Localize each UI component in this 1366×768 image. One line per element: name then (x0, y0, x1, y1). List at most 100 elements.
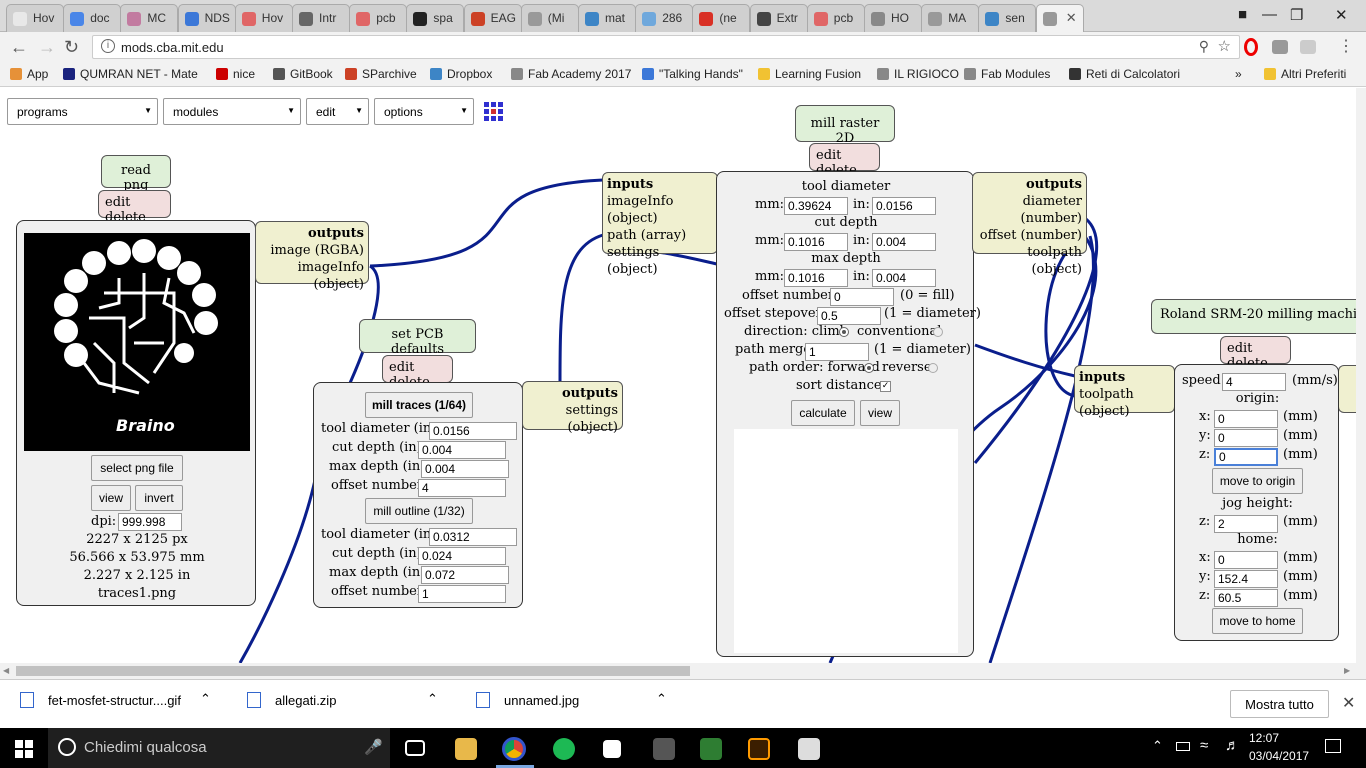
input-path[interactable]: path (array) (607, 228, 686, 243)
volume-icon[interactable]: ♬ (1225, 737, 1240, 754)
back-button[interactable]: ← (10, 37, 28, 58)
browser-tab[interactable]: doc (63, 4, 122, 32)
mill-raster-title[interactable]: mill raster 2D (795, 105, 895, 146)
outline-offset-input[interactable] (418, 585, 506, 603)
zoom-icon[interactable]: ⚲ (1199, 38, 1209, 55)
bookmarks-more-button[interactable]: » (1235, 67, 1242, 81)
hangouts-icon[interactable] (700, 738, 722, 760)
browser-tab[interactable]: NDS (177, 4, 236, 32)
outline-cut-input[interactable] (418, 547, 506, 565)
mill-outline-button[interactable]: mill outline (1/32) (365, 498, 473, 524)
photos-icon[interactable] (798, 738, 820, 760)
md-mm-input[interactable] (784, 269, 848, 287)
browser-tab[interactable]: Intr (292, 4, 350, 32)
browser-tab[interactable]: Hov (6, 4, 64, 32)
other-bookmarks[interactable]: Altri Preferiti (1264, 67, 1346, 81)
mill-traces-button[interactable]: mill traces (1/64) (365, 392, 473, 418)
vertical-scrollbar[interactable] (1356, 88, 1366, 663)
star-icon[interactable]: ☆ (1218, 37, 1231, 55)
browser-tab[interactable]: pcb (349, 4, 408, 32)
view-button[interactable]: view (91, 485, 131, 511)
illustrator-icon[interactable] (748, 738, 770, 760)
download-item[interactable]: unnamed.jpg ⌃ (476, 691, 667, 718)
sort-distance-checkbox[interactable]: ✓ (880, 381, 891, 392)
scroll-left-icon[interactable]: ◀ (3, 666, 9, 675)
md-in-input[interactable] (872, 269, 936, 287)
bookmark[interactable]: QUMRAN NET - Mate (63, 67, 198, 81)
bookmark[interactable]: App (10, 67, 48, 81)
home-x-input[interactable] (1214, 551, 1278, 569)
home-z-input[interactable] (1214, 589, 1278, 607)
url-field[interactable]: i mods.cba.mit.edu ⚲ ☆ (92, 35, 1240, 59)
close-tab-icon[interactable]: ✕ (1066, 10, 1077, 26)
output-offset[interactable]: offset (number) (980, 228, 1082, 243)
cd-mm-input[interactable] (784, 233, 848, 251)
download-item[interactable]: fet-mosfet-structur....gif ⌃ (20, 691, 211, 718)
home-y-input[interactable] (1214, 570, 1278, 588)
task-view-icon[interactable] (405, 740, 425, 756)
output-toolpath[interactable]: toolpath (object) (1027, 245, 1082, 277)
cd-in-input[interactable] (872, 233, 936, 251)
browser-tab[interactable]: pcb (806, 4, 865, 32)
bookmark[interactable]: Fab Modules (964, 67, 1050, 81)
clock-time[interactable]: 12:07 (1249, 731, 1279, 745)
profile-icon[interactable]: ■ (1238, 6, 1247, 23)
search-box[interactable]: Chiedimi qualcosa 🎤 (48, 728, 390, 768)
app-icon[interactable] (653, 738, 675, 760)
extension-icon[interactable] (1300, 40, 1316, 54)
climb-radio[interactable] (839, 327, 849, 337)
clock-date[interactable]: 03/04/2017 (1249, 749, 1309, 763)
speed-input[interactable] (1222, 373, 1286, 391)
select-png-button[interactable]: select png file (91, 455, 183, 481)
browser-tab[interactable]: ✕ (1035, 4, 1084, 33)
chevron-up-icon[interactable]: ⌃ (427, 691, 438, 707)
windows-start-icon[interactable] (15, 740, 33, 758)
output-image[interactable]: image (RGBA) (270, 243, 364, 258)
td-in-input[interactable] (872, 197, 936, 215)
download-item[interactable]: allegati.zip ⌃ (247, 691, 438, 718)
spotify-icon[interactable] (553, 738, 575, 760)
conventional-radio[interactable] (933, 327, 943, 337)
chevron-up-icon[interactable]: ⌃ (200, 691, 211, 707)
origin-z-input[interactable] (1214, 448, 1278, 466)
maximize-button[interactable]: ❐ (1290, 6, 1303, 24)
scroll-right-icon[interactable]: ▶ (1344, 666, 1350, 675)
output-settings[interactable]: settings (object) (566, 403, 618, 435)
bookmark[interactable]: Dropbox (430, 67, 492, 81)
traces-max-input[interactable] (421, 460, 509, 478)
browser-tab[interactable]: Hov (234, 4, 293, 32)
dpi-input[interactable] (118, 513, 182, 531)
slack-icon[interactable] (603, 740, 621, 758)
horizontal-scrollbar[interactable]: ◀ ▶ (0, 663, 1366, 679)
jog-z-input[interactable] (1214, 515, 1278, 533)
extension-icon[interactable] (1272, 40, 1288, 54)
reload-button[interactable]: ↻ (64, 37, 79, 58)
invert-button[interactable]: invert (135, 485, 183, 511)
traces-cut-input[interactable] (418, 441, 506, 459)
bookmark[interactable]: Fab Academy 2017 (511, 67, 631, 81)
offset-number-input[interactable] (830, 288, 894, 306)
chevron-up-icon[interactable]: ⌃ (656, 691, 667, 707)
browser-tab[interactable]: mat (578, 4, 636, 32)
browser-tab[interactable]: EAG (463, 4, 522, 32)
raster-edit-delete[interactable]: edit delete (809, 143, 880, 178)
battery-icon[interactable] (1176, 742, 1190, 751)
td-mm-input[interactable] (784, 197, 848, 215)
explorer-icon[interactable] (455, 738, 477, 760)
outline-max-input[interactable] (421, 566, 509, 584)
raster-view-button[interactable]: view (860, 400, 900, 426)
move-origin-button[interactable]: move to origin (1212, 468, 1303, 494)
minimize-button[interactable]: — (1262, 6, 1277, 23)
input-imageinfo[interactable]: imageInfo (object) (607, 194, 673, 226)
origin-x-input[interactable] (1214, 410, 1278, 428)
calculate-button[interactable]: calculate (791, 400, 855, 426)
browser-tab[interactable]: (ne (692, 4, 751, 32)
browser-tab[interactable]: spa (406, 4, 465, 32)
info-icon[interactable]: i (101, 39, 115, 53)
read-png-title[interactable]: read png (101, 155, 171, 193)
browser-tab[interactable]: 286 (635, 4, 694, 32)
move-home-button[interactable]: move to home (1212, 608, 1303, 634)
mic-icon[interactable]: 🎤 (364, 738, 383, 756)
roland-edit-delete[interactable]: edit delete (1220, 336, 1291, 371)
bookmark[interactable]: GitBook (273, 67, 333, 81)
